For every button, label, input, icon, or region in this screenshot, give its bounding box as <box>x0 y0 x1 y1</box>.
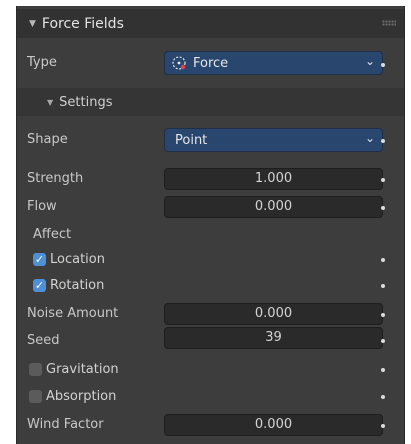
settings-title: Settings <box>59 94 113 110</box>
keyframe-dot-absorption[interactable] <box>381 395 385 399</box>
type-label: Type <box>27 55 57 70</box>
collapse-triangle-icon[interactable]: ▼ <box>47 98 53 107</box>
flow-field[interactable]: 0.000 <box>164 196 383 218</box>
gravitation-checkbox[interactable] <box>29 363 42 376</box>
rotation-checkbox[interactable]: ✓ <box>33 279 46 292</box>
strength-label: Strength <box>27 171 84 186</box>
keyframe-dot-seed[interactable] <box>381 339 385 343</box>
force-field-icon <box>171 55 187 71</box>
keyframe-dot-wind[interactable] <box>381 424 385 428</box>
chevron-down-icon: ⌄ <box>364 54 375 68</box>
seed-label: Seed <box>27 333 60 348</box>
keyframe-dot-location[interactable] <box>381 258 385 262</box>
collapse-triangle-icon[interactable]: ▼ <box>29 19 36 29</box>
panel-title: Force Fields <box>41 15 124 32</box>
settings-header[interactable]: ▼ Settings <box>17 88 404 116</box>
noise-amount-field[interactable]: 0.000 <box>164 303 383 325</box>
rotation-label: Rotation <box>50 278 105 293</box>
shape-value: Point <box>175 132 208 148</box>
absorption-checkbox-row[interactable]: Absorption <box>29 389 116 404</box>
rotation-checkbox-row[interactable]: ✓ Rotation <box>33 278 104 293</box>
location-checkbox-row[interactable]: ✓ Location <box>33 252 105 267</box>
flow-label: Flow <box>27 199 57 214</box>
strength-field[interactable]: 1.000 <box>164 168 383 190</box>
drag-handle-icon[interactable] <box>382 20 396 26</box>
type-dropdown[interactable]: Force ⌄ <box>164 51 383 75</box>
gravitation-checkbox-row[interactable]: Gravitation <box>29 362 119 377</box>
keyframe-dot-noise[interactable] <box>381 313 385 317</box>
wind-factor-label: Wind Factor <box>27 417 104 432</box>
type-value: Force <box>193 55 229 71</box>
absorption-label: Absorption <box>46 389 117 404</box>
force-fields-header[interactable]: ▼ Force Fields <box>17 9 404 38</box>
seed-field[interactable]: 39 <box>164 327 383 349</box>
keyframe-dot-gravitation[interactable] <box>381 368 385 372</box>
location-checkbox[interactable]: ✓ <box>33 253 46 266</box>
wind-factor-field[interactable]: 0.000 <box>164 414 383 436</box>
keyframe-dot-shape[interactable] <box>381 139 385 143</box>
shape-dropdown[interactable]: Point ⌄ <box>164 128 383 152</box>
keyframe-dot-strength[interactable] <box>381 178 385 182</box>
force-fields-panel: ▼ Force Fields Type Force ⌄ ▼ Settings S… <box>16 6 405 444</box>
affect-label: Affect <box>33 227 72 242</box>
noise-amount-label: Noise Amount <box>27 306 119 321</box>
shape-label: Shape <box>27 132 68 147</box>
keyframe-dot-type[interactable] <box>381 63 385 67</box>
chevron-down-icon: ⌄ <box>364 131 375 145</box>
absorption-checkbox[interactable] <box>29 390 42 403</box>
gravitation-label: Gravitation <box>46 362 119 377</box>
keyframe-dot-flow[interactable] <box>381 206 385 210</box>
keyframe-dot-rotation[interactable] <box>381 284 385 288</box>
location-label: Location <box>50 252 105 267</box>
